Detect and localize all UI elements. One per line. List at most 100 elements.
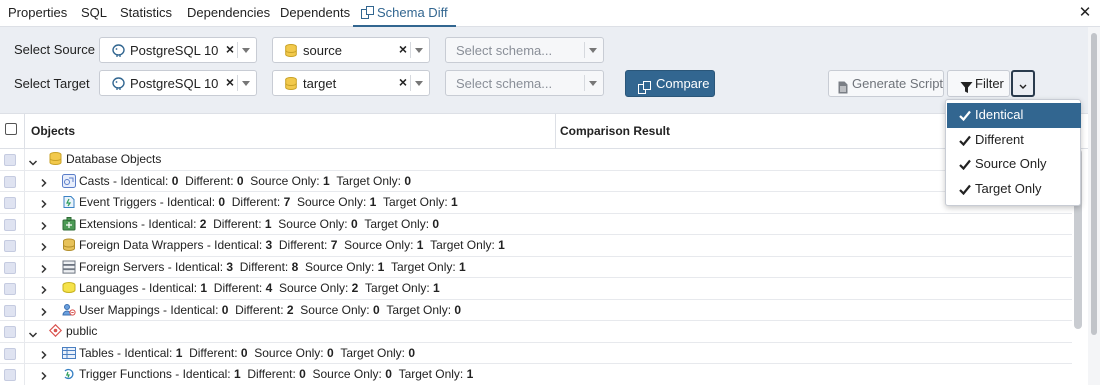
row-checkbox[interactable] — [4, 261, 16, 274]
tree-item-row[interactable]: Casts - Identical: 0 Different: 0 Source… — [0, 170, 1072, 192]
tree-item-row[interactable]: Tables - Identical: 1 Different: 0 Sourc… — [0, 342, 1072, 364]
row-checkbox[interactable] — [4, 154, 16, 166]
row-checkbox[interactable] — [4, 283, 16, 295]
compare-button[interactable]: Compare — [625, 70, 715, 97]
user-mappings-icon — [62, 303, 76, 320]
item-name: Foreign Servers — [79, 259, 165, 274]
target-only-count: 0 — [404, 173, 412, 188]
tree-item-summary: Tables - Identical: 1 Different: 0 Sourc… — [79, 346, 415, 360]
sep — [225, 195, 232, 209]
target-schema-select[interactable]: Select schema... — [445, 70, 604, 96]
sep — [272, 281, 279, 295]
generate-script-button[interactable]: Generate Script — [828, 70, 944, 97]
schema-diff-icon — [361, 2, 374, 27]
filter-menu-item[interactable]: Target Only — [947, 177, 1081, 202]
filter-button[interactable]: Filter — [947, 70, 1010, 97]
chevron-down-icon[interactable] — [242, 48, 250, 53]
chevron-right-icon[interactable] — [40, 262, 48, 277]
chevron-down-icon[interactable] — [415, 81, 423, 86]
chevron-right-icon[interactable] — [40, 197, 48, 212]
row-checkbox[interactable] — [4, 369, 16, 381]
source-only-count: 1 — [322, 173, 330, 188]
identical-label: - Identical: — [156, 195, 219, 209]
filter-menu-item[interactable]: Different — [947, 128, 1081, 153]
tree-item-row[interactable]: Event Triggers - Identical: 0 Different:… — [0, 192, 1072, 214]
tree-item-row[interactable]: User Mappings - Identical: 0 Different: … — [0, 299, 1072, 321]
column-objects[interactable]: Objects — [31, 124, 75, 138]
tab-dependents[interactable]: Dependents — [280, 0, 350, 26]
target-server-select[interactable]: PostgreSQL 10 × — [99, 70, 257, 96]
chevron-right-icon[interactable] — [40, 240, 48, 255]
row-checkbox[interactable] — [4, 197, 16, 209]
select-target-label: Select Target — [14, 76, 90, 91]
chevron-down-icon[interactable] — [28, 155, 38, 170]
row-checkbox[interactable] — [4, 304, 16, 317]
chevron-down-icon[interactable] — [589, 48, 597, 53]
clear-icon[interactable]: × — [399, 41, 407, 57]
chevron-right-icon[interactable] — [40, 219, 48, 234]
chevron-down-icon[interactable] — [242, 81, 250, 86]
identical-label: - Identical: — [203, 238, 266, 252]
chevron-right-icon[interactable] — [40, 283, 48, 298]
close-icon[interactable]: ✕ — [1078, 4, 1092, 22]
target-database-select[interactable]: target × — [272, 70, 430, 96]
source-only-label: Source Only: — [254, 345, 327, 360]
tree-item-row[interactable]: Extensions - Identical: 2 Different: 1 S… — [0, 213, 1072, 235]
tree-item-row[interactable]: Foreign Servers - Identical: 3 Different… — [0, 256, 1072, 278]
filter-dropdown-toggle[interactable] — [1011, 70, 1035, 97]
chevron-right-icon[interactable] — [40, 348, 48, 363]
chevron-down-icon[interactable] — [415, 48, 423, 53]
tree-item-row[interactable]: Foreign Data Wrappers - Identical: 3 Dif… — [0, 235, 1072, 257]
source-server-value: PostgreSQL 10 — [130, 43, 219, 58]
postgresql-icon — [112, 77, 125, 94]
item-name: Event Triggers — [79, 195, 157, 209]
target-only-count: 0 — [432, 216, 440, 231]
row-checkbox[interactable] — [4, 240, 16, 252]
tree-item-row[interactable]: Languages - Identical: 1 Different: 4 So… — [0, 278, 1072, 300]
row-checkbox[interactable] — [4, 347, 16, 360]
filter-label: Filter — [975, 76, 1004, 91]
clear-icon[interactable]: × — [226, 74, 234, 90]
different-label: Different: — [213, 281, 266, 295]
tree-item-row[interactable]: Trigger Functions - Identical: 1 Differe… — [0, 364, 1072, 385]
sep — [290, 195, 297, 209]
filter-menu-item[interactable]: Identical — [947, 103, 1081, 128]
source-schema-select[interactable]: Select schema... — [445, 37, 604, 63]
row-checkbox[interactable] — [4, 326, 16, 338]
identical-count: 1 — [233, 367, 241, 381]
tree-group-row[interactable]: Database Objects — [0, 149, 1072, 171]
tab-sql[interactable]: SQL — [81, 0, 107, 26]
column-comparison-result[interactable]: Comparison Result — [560, 124, 670, 138]
target-only-count: 0 — [408, 345, 416, 360]
item-name: Extensions — [79, 216, 138, 231]
tab-schema-diff[interactable]: Schema Diff — [353, 0, 456, 27]
filter-menu-item[interactable]: Source Only — [947, 152, 1081, 177]
select-all-checkbox[interactable] — [5, 123, 17, 135]
sep — [233, 260, 240, 274]
vertical-scrollbar[interactable] — [1088, 27, 1100, 385]
source-server-select[interactable]: PostgreSQL 10 × — [99, 37, 257, 63]
chevron-down-icon[interactable] — [28, 327, 38, 342]
sep — [306, 367, 313, 381]
tree-item-summary: Languages - Identical: 1 Different: 4 So… — [79, 281, 440, 295]
database-icon — [285, 77, 297, 93]
sep — [272, 238, 279, 252]
tab-dependencies[interactable]: Dependencies — [187, 0, 270, 26]
chevron-right-icon[interactable] — [40, 176, 48, 191]
chevron-down-icon[interactable] — [589, 81, 597, 86]
tab-properties[interactable]: Properties — [8, 0, 67, 26]
casts-icon — [62, 173, 76, 191]
row-checkbox[interactable] — [4, 175, 16, 188]
check-icon — [959, 134, 971, 149]
clear-icon[interactable]: × — [399, 74, 407, 90]
postgresql-icon — [112, 44, 125, 61]
extensions-icon — [62, 216, 76, 234]
row-checkbox[interactable] — [4, 218, 16, 231]
source-database-select[interactable]: source × — [272, 37, 430, 63]
target-only-count: 1 — [433, 281, 440, 295]
tab-statistics[interactable]: Statistics — [120, 0, 172, 26]
tree-group-row[interactable]: public — [0, 321, 1072, 343]
chevron-right-icon[interactable] — [40, 369, 48, 384]
chevron-right-icon[interactable] — [40, 305, 48, 320]
clear-icon[interactable]: × — [226, 41, 234, 57]
